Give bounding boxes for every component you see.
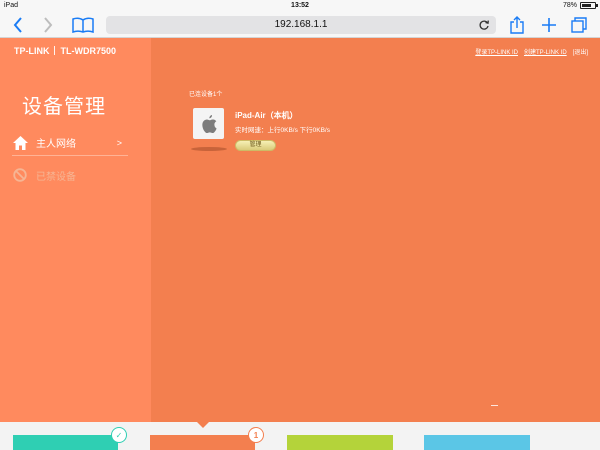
- battery-icon: [580, 2, 598, 9]
- share-icon: [510, 16, 524, 34]
- device-icon-shadow: [191, 147, 227, 151]
- count-badge: 1: [248, 427, 264, 443]
- sidebar-item-label: 主人网络: [36, 139, 76, 150]
- check-icon: ✓: [111, 427, 127, 443]
- logout-link[interactable]: [退出]: [573, 47, 588, 56]
- sidebar-item-label: 已禁设备: [36, 171, 76, 183]
- chevron-right-icon: >: [116, 137, 122, 148]
- ban-icon: [12, 167, 28, 183]
- model-name: TL-WDR7500: [60, 46, 117, 56]
- status-bar: iPad 13:52 78%: [0, 0, 600, 12]
- plus-icon: [542, 18, 556, 32]
- new-tab-button[interactable]: [538, 15, 560, 35]
- router-page: TP-LINK TL-WDR7500 设备管理 主人网络 > 已禁设备 登录TP-…: [0, 38, 600, 450]
- login-link[interactable]: 登录TP-LINK ID: [475, 47, 518, 56]
- back-button[interactable]: [8, 15, 28, 35]
- bookmarks-button[interactable]: [70, 15, 96, 35]
- page-title: 设备管理: [22, 96, 106, 118]
- sidebar: TP-LINK TL-WDR7500 设备管理 主人网络 > 已禁设备: [0, 38, 151, 422]
- url-text: 192.168.1.1: [274, 19, 328, 30]
- battery-percent: 78%: [562, 2, 577, 9]
- apple-icon: [193, 108, 224, 139]
- clock: 13:52: [291, 2, 309, 9]
- tile-host-network[interactable]: ✓: [13, 427, 127, 450]
- create-id-link[interactable]: 创建TP-LINK ID: [524, 47, 567, 56]
- brand-logo: TP-LINK TL-WDR7500: [14, 46, 116, 56]
- connected-count: 已连设备1个: [189, 92, 223, 98]
- tabs-icon: [571, 17, 587, 33]
- tabs-button[interactable]: [568, 15, 590, 35]
- active-tab-pointer: [197, 422, 209, 428]
- tile-settings[interactable]: [424, 435, 530, 450]
- device-name: iPad-Air（本机）: [235, 111, 298, 120]
- chevron-left-icon: [13, 17, 22, 33]
- chevron-right-icon: [44, 17, 53, 33]
- tile-device-management[interactable]: 1: [150, 427, 264, 450]
- device-speed: 实时网速：上行0KB/s 下行0KB/s: [235, 127, 330, 134]
- sidebar-item-blocked-devices[interactable]: 已禁设备: [12, 162, 128, 188]
- browser-toolbar: 192.168.1.1: [0, 12, 600, 38]
- brand-name: TP-LINK: [14, 46, 50, 56]
- home-icon: [12, 135, 28, 151]
- manage-button[interactable]: 管理: [235, 140, 276, 151]
- battery-status: 78%: [562, 2, 598, 9]
- address-bar[interactable]: 192.168.1.1: [106, 16, 496, 34]
- reload-icon[interactable]: [478, 19, 490, 31]
- book-icon: [72, 17, 94, 33]
- device-card: iPad-Air（本机） 实时网速：上行0KB/s 下行0KB/s 管理: [191, 108, 393, 158]
- sidebar-item-host-network[interactable]: 主人网络 >: [12, 130, 128, 156]
- tile-wireless[interactable]: [287, 435, 393, 450]
- account-links: 登录TP-LINK ID 创建TP-LINK ID [退出]: [475, 47, 588, 56]
- divider: [491, 405, 498, 406]
- share-button[interactable]: [506, 15, 528, 35]
- forward-button[interactable]: [38, 15, 58, 35]
